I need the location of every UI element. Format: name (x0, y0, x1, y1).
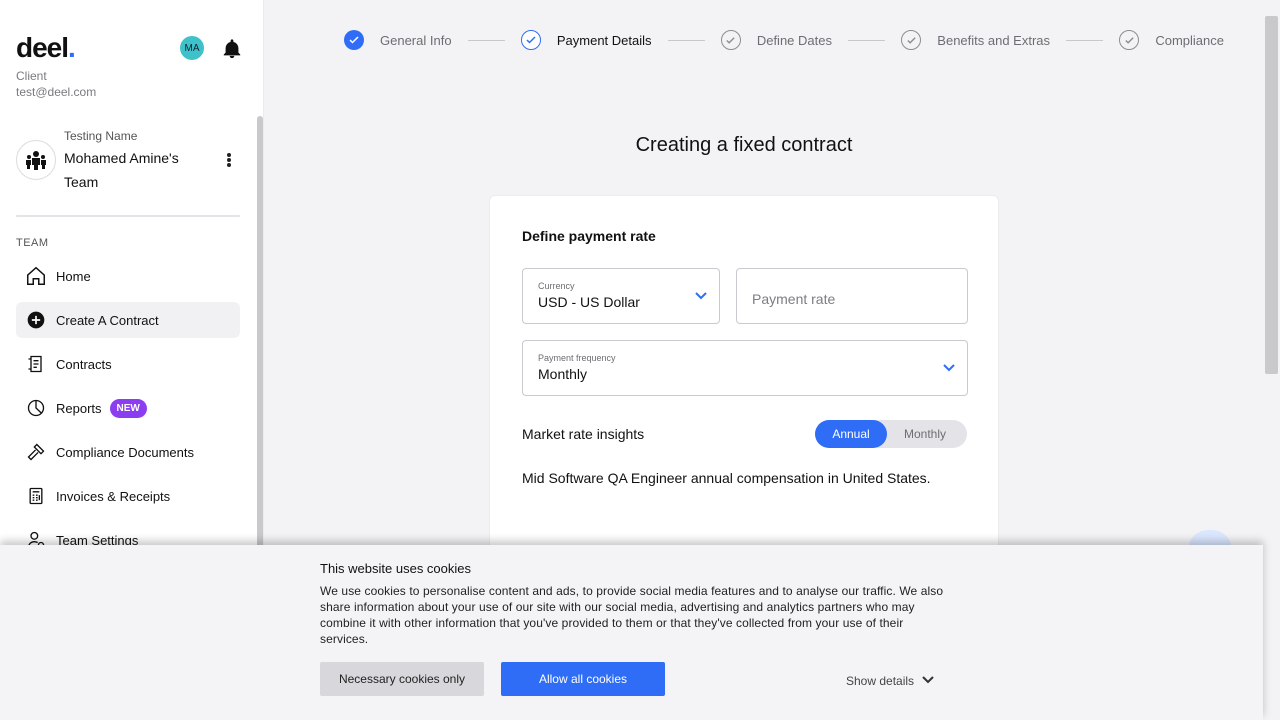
insights-description: Mid Software QA Engineer annual compensa… (522, 470, 931, 486)
cookie-text: We use cookies to personalise content an… (320, 584, 944, 646)
step-connector (467, 39, 505, 41)
sidebar-item-invoices-receipts[interactable]: Invoices & Receipts (16, 478, 240, 514)
team-people-icon (26, 151, 46, 170)
step-connector (847, 39, 886, 41)
sidebar-scrollbar[interactable] (257, 116, 263, 556)
sidebar-item-label: Create A Contract (56, 312, 159, 328)
sidebar-divider (16, 215, 240, 217)
chevron-down-icon (695, 292, 707, 300)
sidebar-item-home[interactable]: Home (16, 258, 240, 294)
deel-logo[interactable]: deel. (16, 32, 76, 64)
main-scrollbar[interactable] (1265, 16, 1278, 374)
step-payment-details[interactable]: Payment Details (520, 30, 652, 50)
annual-monthly-toggle[interactable]: Annual Monthly (815, 420, 967, 448)
card-heading: Define payment rate (522, 228, 656, 244)
team-name[interactable]: Mohamed Amine's Team (64, 146, 214, 194)
step-define-dates[interactable]: Define Dates (720, 30, 832, 50)
payment-rate-placeholder: Payment rate (752, 291, 836, 307)
payment-frequency-value: Monthly (538, 366, 588, 382)
check-outline-icon (720, 30, 741, 50)
toggle-monthly[interactable]: Monthly (887, 420, 963, 448)
sidebar-item-label: Reports (56, 400, 102, 416)
step-label: General Info (380, 32, 452, 48)
sidebar-item-label: Home (56, 268, 91, 284)
chevron-down-icon (922, 675, 934, 683)
currency-select[interactable]: Currency USD - US Dollar (522, 268, 720, 324)
step-connector (1066, 39, 1104, 41)
sidebar-item-label: Contracts (56, 356, 112, 372)
payment-frequency-select[interactable]: Payment frequency Monthly (522, 340, 968, 396)
sidebar-item-create-contract[interactable]: Create A Contract (16, 302, 240, 338)
pie-chart-icon (24, 396, 48, 420)
home-icon (24, 264, 48, 288)
toggle-annual[interactable]: Annual (815, 420, 887, 448)
step-benefits-extras[interactable]: Benefits and Extras (901, 30, 1050, 50)
cookie-title: This website uses cookies (320, 561, 472, 576)
cookie-banner: This website uses cookies We use cookies… (0, 545, 1263, 720)
gavel-icon (24, 440, 48, 464)
step-label: Payment Details (556, 32, 652, 48)
section-label-team: TEAM (16, 237, 49, 249)
sidebar-item-contracts[interactable]: Contracts (16, 346, 240, 382)
account-email: test@deel.com (16, 85, 97, 99)
logo-dot: . (68, 32, 76, 63)
logo-text: deel (16, 32, 69, 63)
step-connector (667, 39, 705, 41)
sidebar-item-label: Compliance Documents (56, 444, 195, 460)
plus-circle-icon (24, 308, 48, 332)
bell-icon[interactable] (221, 38, 243, 60)
currency-label: Currency (538, 281, 575, 291)
account-role: Client (16, 69, 47, 83)
team-menu-icon[interactable] (222, 150, 236, 170)
check-outline-icon (901, 30, 922, 50)
page-title: Creating a fixed contract (635, 134, 853, 156)
step-label: Define Dates (756, 32, 832, 48)
market-rate-insights-label: Market rate insights (522, 426, 645, 442)
sidebar-item-reports[interactable]: Reports NEW (16, 390, 240, 426)
necessary-cookies-button[interactable]: Necessary cookies only (320, 662, 484, 696)
team-avatar (16, 140, 56, 180)
team-subtitle: Testing Name (64, 129, 138, 143)
show-details-label: Show details (846, 674, 915, 688)
payment-rate-card: Define payment rate Currency USD - US Do… (489, 195, 999, 575)
progress-stepper: General Info Payment Details Define Date… (344, 28, 1224, 52)
calculator-icon (24, 484, 48, 508)
step-label: Benefits and Extras (937, 32, 1051, 48)
step-label: Compliance (1155, 32, 1224, 48)
step-general-info[interactable]: General Info (344, 30, 452, 50)
step-compliance[interactable]: Compliance (1119, 30, 1224, 50)
payment-rate-input[interactable]: Payment rate (736, 268, 968, 324)
contract-icon (24, 352, 48, 376)
new-badge: NEW (109, 398, 147, 418)
chevron-down-icon (943, 364, 955, 372)
check-outline-icon (520, 30, 541, 50)
sidebar-item-compliance-documents[interactable]: Compliance Documents (16, 434, 240, 470)
allow-all-cookies-button[interactable]: Allow all cookies (501, 662, 665, 696)
currency-value: USD - US Dollar (538, 294, 640, 310)
user-avatar[interactable]: MA (180, 36, 204, 60)
show-details-link[interactable]: Show details (846, 674, 934, 688)
sidebar-nav: Home Create A Contract Contracts Reports… (16, 258, 240, 566)
check-outline-icon (1119, 30, 1140, 50)
payment-frequency-label: Payment frequency (538, 353, 616, 363)
check-filled-icon (344, 30, 364, 50)
sidebar-item-label: Invoices & Receipts (56, 488, 171, 504)
